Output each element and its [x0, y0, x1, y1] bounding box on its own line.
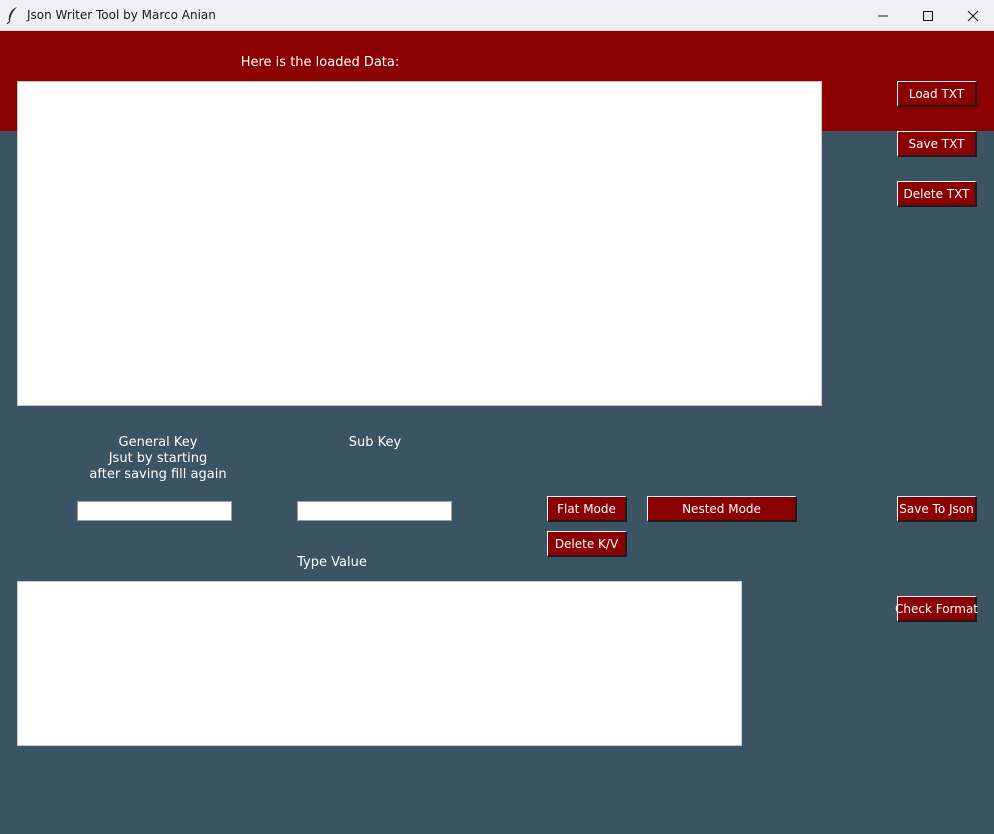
flat-mode-button[interactable]: Flat Mode: [547, 496, 627, 522]
sub-key-input[interactable]: [297, 501, 452, 521]
check-format-button[interactable]: Check Format: [895, 596, 978, 622]
close-icon: [967, 10, 979, 21]
maximize-button[interactable]: [905, 0, 951, 31]
maximize-icon: [923, 10, 933, 21]
sub-key-label: Sub Key: [348, 435, 402, 450]
minimize-icon: [878, 15, 888, 16]
feather-icon: [6, 7, 17, 24]
loaded-data-label: Here is the loaded Data:: [240, 55, 400, 70]
nested-mode-button[interactable]: Nested Mode: [647, 496, 797, 522]
delete-kv-button[interactable]: Delete K/V: [547, 531, 627, 557]
minimize-button[interactable]: [860, 0, 906, 31]
title-bar: Json Writer Tool by Marco Anian: [0, 0, 994, 31]
type-value-textarea[interactable]: [17, 581, 742, 746]
save-to-json-button[interactable]: Save To Json: [897, 496, 977, 522]
type-value-label: Type Value: [297, 555, 367, 570]
general-key-label: General Key Jsut by starting after savin…: [89, 435, 227, 482]
load-txt-button[interactable]: Load TXT: [897, 81, 977, 107]
close-button[interactable]: [950, 0, 994, 31]
loaded-data-textarea[interactable]: [17, 81, 822, 406]
delete-txt-button[interactable]: Delete TXT: [897, 181, 977, 207]
window-title: Json Writer Tool by Marco Anian: [27, 8, 216, 22]
save-txt-button[interactable]: Save TXT: [897, 131, 977, 157]
general-key-input[interactable]: [77, 501, 232, 521]
